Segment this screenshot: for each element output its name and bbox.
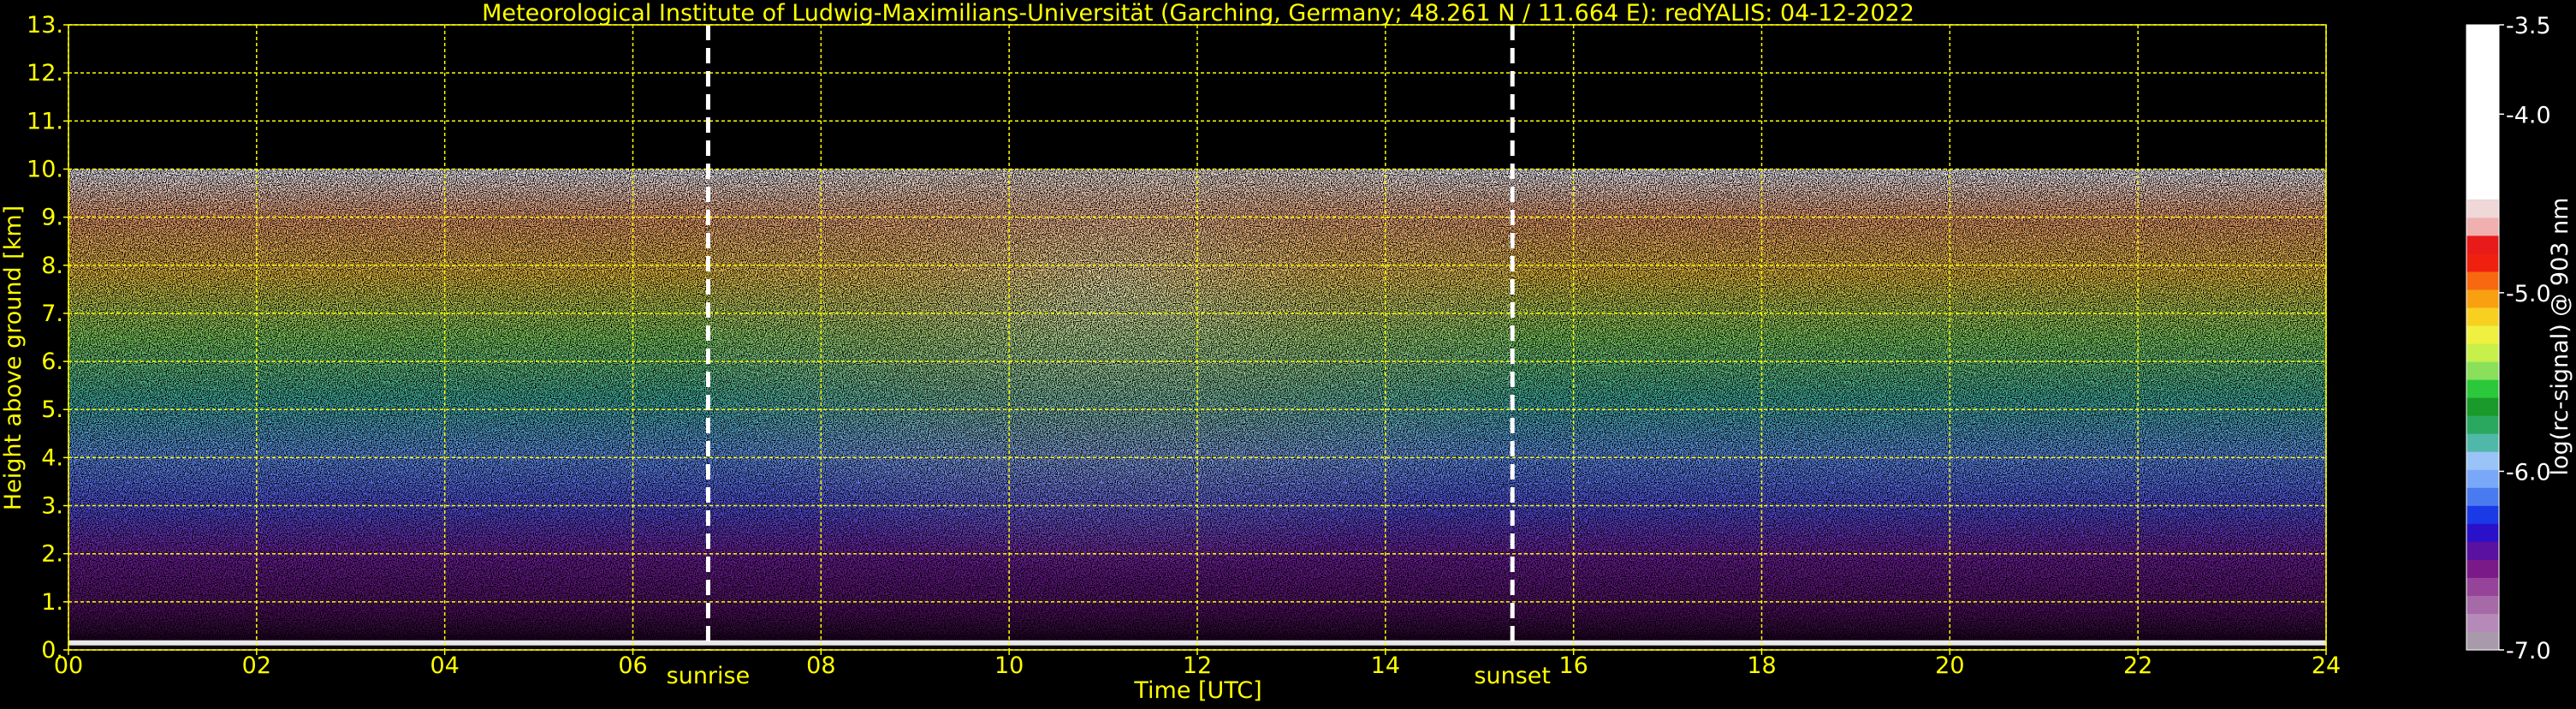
lidar-chart: sunrise sunset 0. 1. 2. 3. 4. 5. 6. 7. 8. 9. 10. 11.…: [0, 0, 2576, 706]
colorbar-label: log(rc-signal) @ 903 nm: [2547, 198, 2573, 476]
colorbar-segment: [2466, 235, 2499, 255]
colorbar-segment: [2466, 613, 2499, 633]
colorbar-segment: [2466, 200, 2499, 219]
colorbar: -3.5 -4.0 -5.0 -6.0 -7.0: [2466, 13, 2551, 664]
colorbar-segment: [2466, 451, 2499, 471]
colorbar-segment: [2466, 433, 2499, 453]
colorbar-segment: [2466, 397, 2499, 417]
colorbar-segment: [2466, 505, 2499, 525]
colorbar-segment: [2466, 541, 2499, 561]
x-tick-label: 16: [1558, 652, 1588, 679]
x-tick-label: 06: [618, 652, 647, 679]
colorbar-tick-label: -6.0: [2506, 459, 2551, 486]
x-axis-label: Time [UTC]: [1133, 677, 1261, 704]
x-tick-label: 20: [1935, 652, 1964, 679]
x-tick-label: 02: [242, 652, 271, 679]
colorbar-segment: [2466, 253, 2499, 273]
colorbar-segment: [2466, 379, 2499, 399]
y-tick-label: 3.: [41, 493, 63, 520]
colorbar-segment: [2466, 415, 2499, 435]
y-tick-label: 5.: [41, 396, 63, 423]
colorbar-segment: [2466, 343, 2499, 363]
y-tick-label: 13.: [27, 12, 63, 39]
x-tick-label: 24: [2312, 652, 2341, 679]
x-tick-label: 10: [994, 652, 1024, 679]
y-tick-label: 1.: [41, 589, 63, 616]
chart-title: Meteorological Institute of Ludwig-Maxim…: [482, 0, 1914, 27]
y-tick-label: 12.: [27, 60, 63, 86]
colorbar-segment: [2466, 469, 2499, 489]
colorbar-segment: [2466, 631, 2499, 651]
colorbar-segment: [2466, 25, 2499, 200]
colorbar-segment: [2466, 523, 2499, 543]
event-label-sunset: sunset: [1474, 663, 1551, 689]
daytime-noise: [708, 169, 1513, 650]
chart-svg: sunrise sunset 0.1.2.3.4.5.6.7.8.9.10.11.…: [0, 0, 2573, 704]
colorbar-segment: [2466, 289, 2499, 309]
y-tick-label: 7.: [41, 301, 63, 327]
colorbar-tick-label: -3.5: [2506, 13, 2551, 39]
y-tick-label: 8.: [41, 253, 63, 279]
colorbar-segment: [2466, 271, 2499, 291]
x-tick-label: 12: [1183, 652, 1212, 679]
x-tick-label: 22: [2123, 652, 2152, 679]
x-tick-label: 18: [1747, 652, 1776, 679]
y-tick-label: 2.: [41, 541, 63, 568]
colorbar-tick-label: -5.0: [2506, 281, 2551, 307]
colorbar-tick-label: -4.0: [2506, 102, 2551, 128]
colorbar-segment: [2466, 595, 2499, 615]
colorbar-segment: [2466, 559, 2499, 579]
colorbar-segment: [2466, 361, 2499, 381]
colorbar-segment: [2466, 487, 2499, 507]
y-tick-label: 4.: [41, 444, 63, 471]
colorbar-tick-label: -7.0: [2506, 638, 2551, 664]
y-axis-label: Height above ground [km]: [0, 206, 27, 510]
y-tick-label: 10.: [27, 156, 63, 182]
colorbar-segment: [2466, 217, 2499, 237]
y-tick-label: 11.: [27, 108, 63, 134]
colorbar-segment: [2466, 307, 2499, 327]
colorbar-segment: [2466, 325, 2499, 345]
x-tick-label: 00: [54, 652, 83, 679]
x-tick-label: 14: [1371, 652, 1400, 679]
x-tick-label: 04: [430, 652, 459, 679]
y-tick-label: 6.: [41, 349, 63, 375]
x-tick-label: 08: [806, 652, 835, 679]
event-label-sunrise: sunrise: [667, 663, 751, 689]
colorbar-segment: [2466, 577, 2499, 597]
y-tick-label: 9.: [41, 205, 63, 231]
